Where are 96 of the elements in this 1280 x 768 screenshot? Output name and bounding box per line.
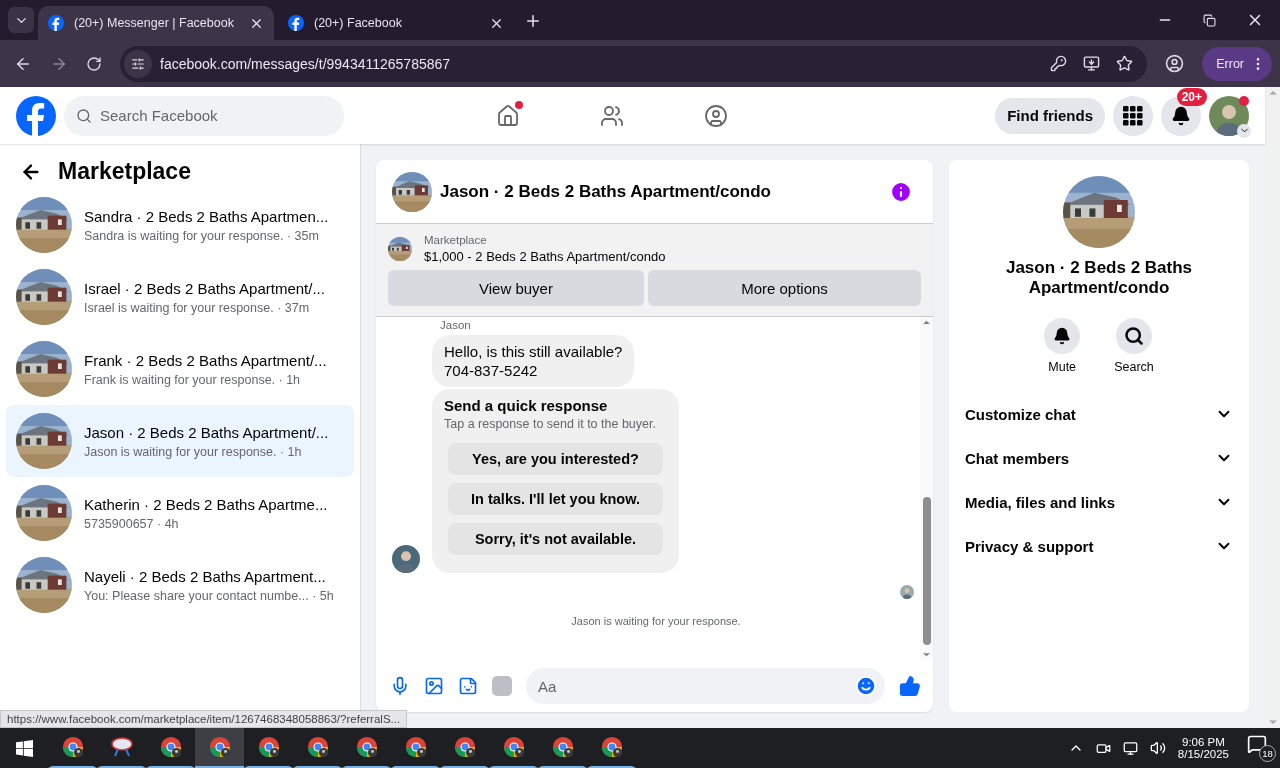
action-label: Search <box>1114 360 1154 374</box>
chat-info-title: Jason · 2 Beds 2 Baths Apartment/condo <box>1004 258 1194 298</box>
conversation-preview: Israel is waiting for your response. · 37m <box>84 300 311 315</box>
conversation-name: Frank · 2 Beds 2 Baths Apartment/... <box>84 351 327 369</box>
browser-icon <box>355 736 378 758</box>
install-icon[interactable] <box>1083 55 1101 72</box>
message-field[interactable]: Aa <box>526 668 885 704</box>
conversation-name: Katherin · 2 Beds 2 Baths Apartme... <box>84 495 328 513</box>
sidebar-title: Marketplace <box>58 158 191 185</box>
browser-icon <box>208 736 231 758</box>
search-field[interactable]: Search Facebook <box>64 95 344 136</box>
friends-icon[interactable] <box>600 103 624 128</box>
sticker-icon[interactable] <box>458 676 478 696</box>
find-friends-button[interactable]: Find friends <box>995 97 1105 134</box>
bell-icon[interactable] <box>1053 327 1072 345</box>
chat-title: Jason · 2 Beds 2 Baths Apartment/condo <box>440 181 772 202</box>
photo-icon[interactable] <box>424 676 444 696</box>
quick-response-option[interactable]: Sorry, it's not available. <box>448 523 663 555</box>
reload-icon[interactable] <box>86 55 102 72</box>
snipping-tool-icon <box>109 736 134 758</box>
site-settings-icon[interactable] <box>131 56 145 71</box>
browser-icon <box>159 736 182 758</box>
conversation-name: Israel · 2 Beds 2 Baths Apartment/... <box>84 279 325 297</box>
clock[interactable]: 9:06 PM 8/15/2025 <box>1177 736 1229 760</box>
info-section[interactable]: Privacy & support <box>965 528 1233 564</box>
listing-button[interactable]: View buyer <box>388 270 644 306</box>
conversation-name: Jason · 2 Beds 2 Baths Apartment/... <box>84 423 329 441</box>
grid-icon[interactable] <box>1123 105 1143 126</box>
browser-tab[interactable]: (20+) Facebook <box>278 6 514 40</box>
info-section[interactable]: Chat members <box>965 440 1233 476</box>
message-bubble: Hello, is this still available? 704-837-5242 <box>432 335 635 387</box>
conversation-preview: Jason is waiting for your response. · 1h <box>84 444 303 459</box>
browser-icon <box>404 736 427 758</box>
bookmark-icon[interactable] <box>1116 55 1134 72</box>
conversation-item[interactable]: Katherin · 2 Beds 2 Baths Apartme... 5735900657 · 4h <box>6 477 354 549</box>
conversation-preview: You: Please share your contact numbe... · 5h <box>84 588 334 603</box>
menu-button[interactable] <box>1113 95 1153 136</box>
quick-response-option[interactable]: In talks. I'll let you know. <box>448 483 663 515</box>
listing-title: $1,000 - 2 Beds 2 Baths Apartment/condo <box>424 249 666 264</box>
groups-icon[interactable] <box>704 103 728 128</box>
emoji-icon[interactable] <box>855 675 877 697</box>
browser-icon <box>600 736 623 758</box>
facebook-logo[interactable] <box>48 15 64 31</box>
quick-response-option[interactable]: Yes, are you interested? <box>448 443 663 475</box>
conversation-name: Sandra · 2 Beds 2 Baths Apartmen... <box>84 207 329 225</box>
conversation-item[interactable]: Sandra · 2 Beds 2 Baths Apartmen... Sandra is waiting for your response. · 35m <box>6 189 354 261</box>
browser-tab[interactable]: (20+) Messenger | Facebook <box>38 6 274 40</box>
tab-list-button[interactable] <box>8 7 34 33</box>
sender-name: Jason <box>440 319 472 331</box>
profile-button[interactable]: Error <box>1202 46 1272 81</box>
conversation-preview: Frank is waiting for your response. · 1h <box>84 372 302 387</box>
microphone-icon[interactable] <box>390 676 410 696</box>
windows-logo[interactable] <box>15 739 33 757</box>
browser-icon <box>453 736 476 758</box>
avatar <box>900 585 914 599</box>
like-icon[interactable] <box>899 675 921 697</box>
waiting-status: Jason is waiting for your response. <box>571 615 741 627</box>
browser-icon <box>502 736 525 758</box>
bell-icon[interactable] <box>1171 105 1191 126</box>
search-button[interactable] <box>1116 318 1152 354</box>
home-icon[interactable] <box>496 103 520 128</box>
browser-icon <box>257 736 280 758</box>
notification-badge: 20+ <box>1176 87 1207 106</box>
address-bar[interactable]: facebook.com/messages/t/9943411265785867 <box>120 45 1148 82</box>
key-icon[interactable] <box>1050 55 1068 72</box>
quick-response-title: Send a quick response <box>444 397 609 414</box>
taskbar-app[interactable] <box>195 728 244 768</box>
action-label: Mute <box>1048 360 1077 374</box>
browser-icon <box>551 736 574 758</box>
network-icon[interactable] <box>1122 740 1138 756</box>
conversation-item[interactable]: Israel · 2 Beds 2 Baths Apartment/... Israel is waiting for your response. · 37m <box>6 261 354 333</box>
conversation-preview: 5735900657 · 4h <box>84 516 180 531</box>
restore-icon[interactable] <box>1203 13 1216 27</box>
scrollbar[interactable] <box>920 317 933 660</box>
avatar <box>392 545 420 573</box>
listing-button[interactable]: More options <box>648 270 921 306</box>
browser-icon <box>61 736 84 758</box>
info-section[interactable]: Customize chat <box>965 396 1233 432</box>
conversation-preview: Sandra is waiting for your response. · 35m <box>84 228 320 243</box>
browser-icon <box>306 736 329 758</box>
facebook-logo[interactable] <box>288 15 304 31</box>
conversation-item[interactable]: Nayeli · 2 Beds 2 Baths Apartment... You: Please share your contact numbe... · 5h <box>6 549 354 621</box>
conversation-item[interactable]: Jason · 2 Beds 2 Baths Apartment/... Jason is waiting for your response. · 1h <box>6 405 354 477</box>
listing-label: Marketplace <box>424 234 488 246</box>
info-section[interactable]: Media, files and links <box>965 484 1233 520</box>
quick-response-hint: Tap a response to send it to the buyer. <box>444 417 657 431</box>
profile-icon[interactable] <box>1165 54 1185 73</box>
search-icon[interactable] <box>1124 326 1144 346</box>
conversation-item[interactable]: Frank · 2 Beds 2 Baths Apartment/... Frank is waiting for your response. · 1h <box>6 333 354 405</box>
avatar <box>1209 95 1249 136</box>
alert-dot <box>1239 95 1249 106</box>
conversation-name: Nayeli · 2 Beds 2 Baths Apartment... <box>84 567 327 585</box>
volume-icon[interactable] <box>1149 740 1166 756</box>
new-tab-icon[interactable] <box>524 12 542 30</box>
link-preview-url: https://www.facebook.com/marketplace/item/1267468348058863/?referralS... <box>0 710 408 728</box>
mute-button[interactable] <box>1044 318 1081 354</box>
